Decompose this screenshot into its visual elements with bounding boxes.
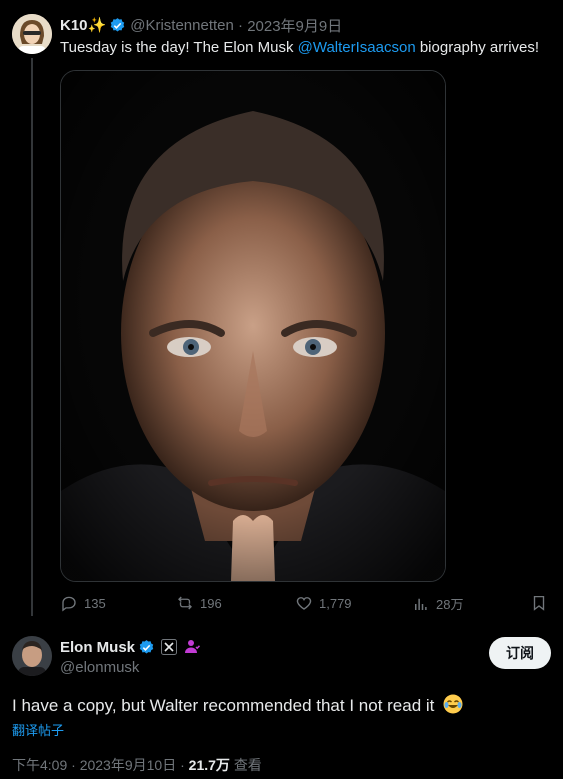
views-button[interactable]: 28万	[412, 594, 463, 613]
repost-icon	[178, 596, 192, 610]
thread-line	[31, 58, 33, 616]
reply-button[interactable]: 135	[60, 594, 106, 612]
reply-date[interactable]: 2023年9月10日	[80, 757, 177, 773]
reply-views-count: 21.7万	[188, 757, 230, 773]
reply-count: 135	[84, 595, 106, 611]
tweet-date[interactable]: 2023年9月9日	[247, 15, 342, 36]
author-name[interactable]: K10✨	[60, 16, 106, 34]
reply-text: I have a copy, but Walter recommended th…	[12, 694, 463, 716]
like-count: 1,779	[319, 595, 352, 611]
bookmark-button[interactable]	[530, 594, 554, 612]
x-badge-icon[interactable]	[161, 639, 178, 655]
reply-icon	[62, 596, 76, 612]
reply-author-handle[interactable]: @elonmusk	[60, 659, 139, 676]
reply-views-label: 查看	[233, 757, 262, 773]
tweet-header: K10✨ @Kristennetten · 2023年9月9日	[60, 14, 342, 36]
verified-icon	[139, 639, 154, 654]
tweet-text: Tuesday is the day! The Elon Musk @Walte…	[60, 39, 540, 56]
author-handle[interactable]: @Kristennetten	[130, 17, 234, 34]
bookmark-icon	[533, 595, 545, 611]
tweet-actions: 135 196 1,779 28万	[60, 594, 560, 616]
mention-link[interactable]: @WalterIsaacson	[298, 39, 416, 56]
reply-header: Elon Musk	[60, 636, 201, 658]
translate-post-link[interactable]: 翻译帖子	[12, 720, 64, 739]
views-count: 28万	[436, 597, 464, 612]
tweet-image[interactable]	[60, 70, 446, 582]
separator-dot: ·	[233, 16, 248, 34]
views-icon	[415, 598, 427, 610]
reply-author-name[interactable]: Elon Musk	[60, 639, 135, 656]
joy-emoji	[443, 694, 463, 714]
repost-count: 196	[200, 595, 222, 611]
verified-icon	[110, 17, 125, 32]
affiliate-icon[interactable]	[183, 638, 201, 656]
like-icon	[296, 597, 312, 610]
avatar[interactable]	[12, 636, 52, 676]
like-button[interactable]: 1,779	[295, 594, 352, 612]
reply-time[interactable]: 下午4:09	[12, 757, 67, 773]
reply-meta: 下午4:09 · 2023年9月10日 · 21.7万 查看	[12, 757, 262, 773]
subscribe-button[interactable]: 订阅	[489, 637, 551, 669]
repost-button[interactable]: 196	[176, 594, 222, 612]
avatar[interactable]	[12, 14, 52, 54]
